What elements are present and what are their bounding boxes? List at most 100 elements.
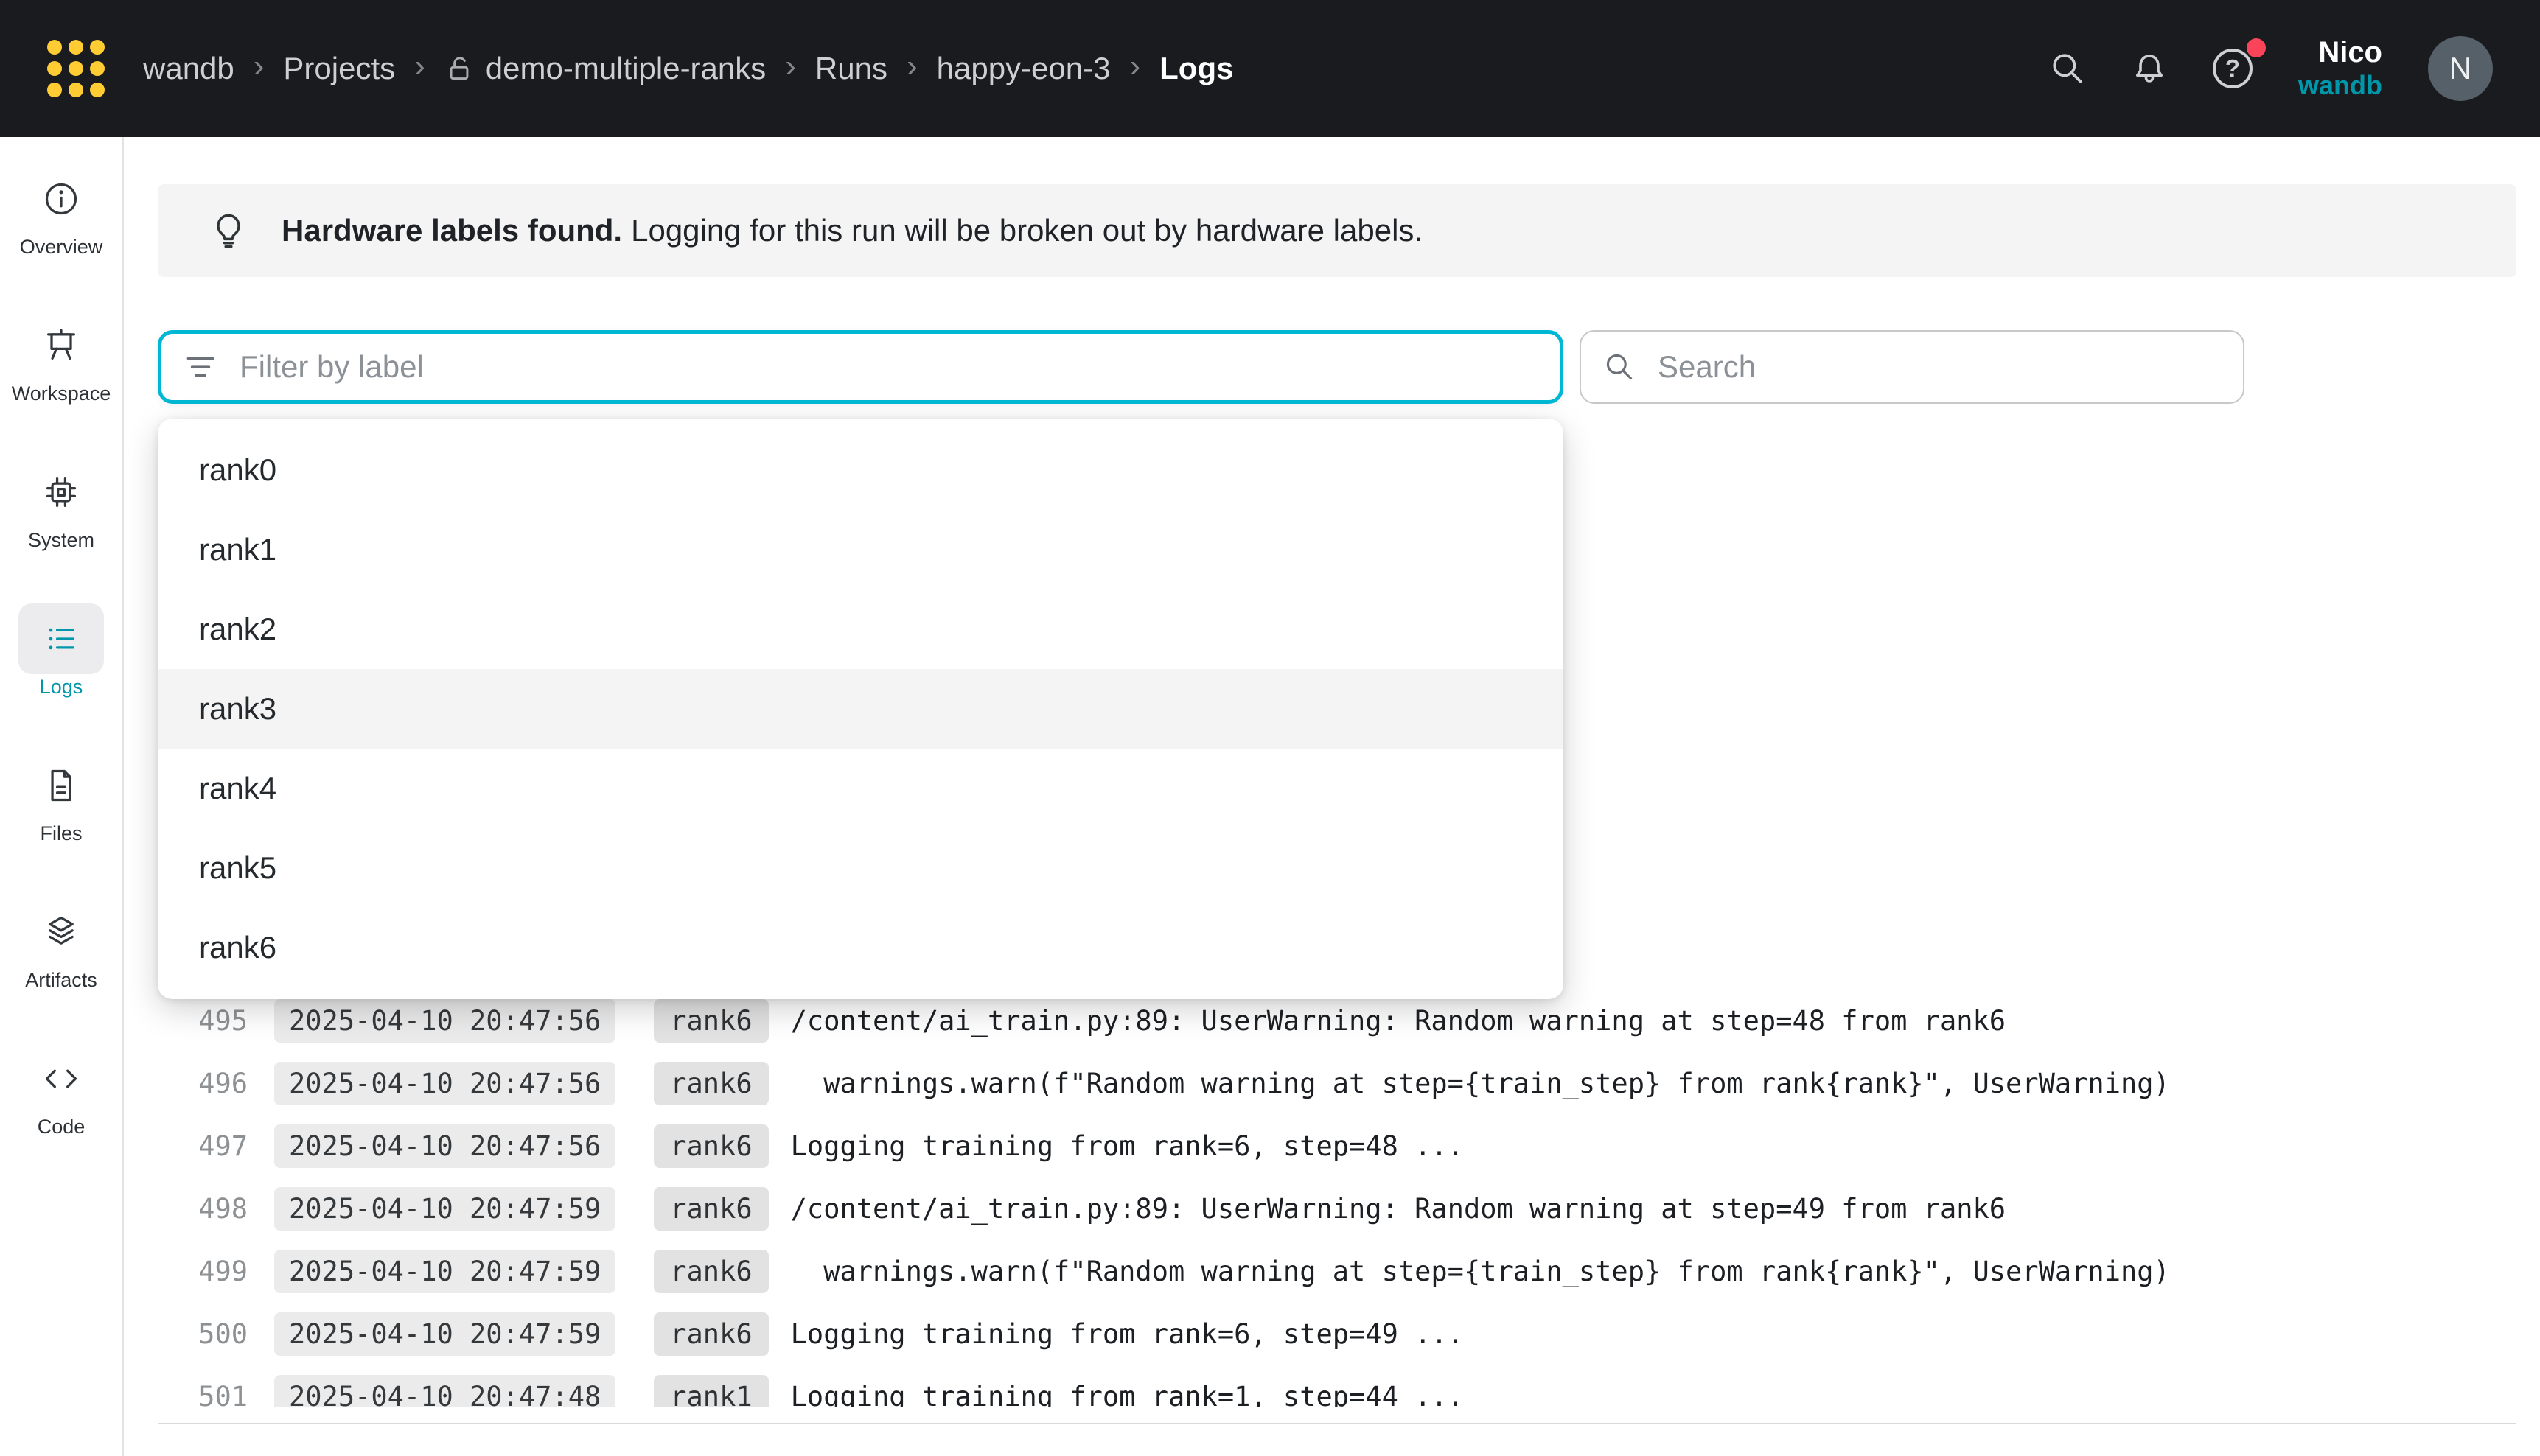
filter-input[interactable] xyxy=(238,349,1538,385)
notification-dot xyxy=(2247,38,2266,57)
help-button[interactable]: ? xyxy=(2213,49,2253,88)
search-input[interactable] xyxy=(1656,349,2221,385)
breadcrumb-separator: › xyxy=(785,48,796,85)
main-content: Hardware labels found. Logging for this … xyxy=(124,137,2540,1456)
breadcrumb-separator: › xyxy=(1129,48,1140,85)
dropdown-option-rank4[interactable]: rank4 xyxy=(158,749,1563,828)
sidebar-item-label: Logs xyxy=(40,676,83,699)
log-label-chip: rank6 xyxy=(654,1312,768,1356)
breadcrumb-project-label: demo-multiple-ranks xyxy=(486,51,766,86)
filter-icon xyxy=(184,350,217,384)
log-timestamp: 2025-04-10 20:47:59 xyxy=(274,1250,615,1293)
log-line-number: 496 xyxy=(158,1068,248,1099)
sidebar-item-code[interactable]: Code xyxy=(18,1043,104,1138)
log-line-number: 497 xyxy=(158,1130,248,1162)
log-label-chip: rank6 xyxy=(654,1250,768,1293)
search-icon[interactable] xyxy=(2049,50,2086,87)
log-line-number: 495 xyxy=(158,1005,248,1037)
log-message: /content/ai_train.py:89: UserWarning: Ra… xyxy=(791,1193,2006,1225)
log-label-chip: rank1 xyxy=(654,1375,768,1407)
breadcrumb-item-project[interactable]: demo-multiple-ranks xyxy=(444,51,766,86)
controls-row xyxy=(158,330,2244,404)
dropdown-option-rank6[interactable]: rank6 xyxy=(158,908,1563,987)
breadcrumb-separator: › xyxy=(907,48,918,85)
sidebar-item-overview[interactable]: Overview xyxy=(18,164,104,259)
log-message: Logging training from rank=6, step=48 ..… xyxy=(791,1130,1464,1162)
log-label-chip: rank6 xyxy=(654,1187,768,1231)
sidebar-item-label: Overview xyxy=(20,236,103,259)
log-timestamp: 2025-04-10 20:47:59 xyxy=(274,1187,615,1231)
log-message: warnings.warn(f"Random warning at step={… xyxy=(791,1256,2170,1287)
log-row: 500 2025-04-10 20:47:59 rank6 Logging tr… xyxy=(158,1303,2516,1365)
breadcrumb-item-runs[interactable]: Runs xyxy=(815,51,887,86)
user-team: wandb xyxy=(2298,70,2382,101)
banner-message: Logging for this run will be broken out … xyxy=(631,213,1423,248)
wandb-logo-icon[interactable] xyxy=(47,40,105,97)
log-label-chip: rank6 xyxy=(654,999,768,1043)
help-icon: ? xyxy=(2213,49,2253,88)
log-row: 497 2025-04-10 20:47:56 rank6 Logging tr… xyxy=(158,1115,2516,1177)
banner-title: Hardware labels found. xyxy=(282,213,622,248)
dropdown-option-rank3[interactable]: rank3 xyxy=(158,669,1563,749)
info-icon xyxy=(18,164,104,234)
log-message: Logging training from rank=6, step=49 ..… xyxy=(791,1318,1464,1350)
sidebar-item-artifacts[interactable]: Artifacts xyxy=(18,897,104,992)
bell-icon[interactable] xyxy=(2132,51,2167,86)
sidebar-item-label: System xyxy=(28,529,94,552)
log-timestamp: 2025-04-10 20:47:56 xyxy=(274,1062,615,1105)
chip-icon xyxy=(18,457,104,528)
sidebar-item-workspace[interactable]: Workspace xyxy=(12,310,111,405)
sidebar-item-label: Code xyxy=(38,1116,86,1138)
dropdown-option-rank1[interactable]: rank1 xyxy=(158,510,1563,589)
breadcrumb-item-projects[interactable]: Projects xyxy=(283,51,395,86)
user-menu[interactable]: Nico wandb xyxy=(2298,35,2382,102)
sidebar-item-files[interactable]: Files xyxy=(18,750,104,845)
sidebar-item-label: Artifacts xyxy=(25,969,97,992)
lock-open-icon xyxy=(444,54,474,83)
log-row: 498 2025-04-10 20:47:59 rank6 /content/a… xyxy=(158,1177,2516,1240)
dropdown-option-rank0[interactable]: rank0 xyxy=(158,430,1563,510)
breadcrumb-item-wandb[interactable]: wandb xyxy=(143,51,234,86)
topbar-actions: ? Nico wandb N xyxy=(2049,35,2493,102)
log-timestamp: 2025-04-10 20:47:48 xyxy=(274,1375,615,1407)
log-message: /content/ai_train.py:89: UserWarning: Ra… xyxy=(791,1005,2006,1037)
user-name: Nico xyxy=(2298,35,2382,70)
sidebar-item-logs[interactable]: Logs xyxy=(18,603,104,699)
log-timestamp: 2025-04-10 20:47:59 xyxy=(274,1312,615,1356)
log-line-number: 499 xyxy=(158,1256,248,1287)
log-message: warnings.warn(f"Random warning at step={… xyxy=(791,1068,2170,1099)
log-rows: 495 2025-04-10 20:47:56 rank6 /content/a… xyxy=(158,990,2516,1407)
breadcrumb-separator: › xyxy=(414,48,425,85)
breadcrumb: wandb › Projects › demo-multiple-ranks ›… xyxy=(143,50,1233,87)
sidebar: Overview Workspace System xyxy=(0,137,124,1456)
log-row: 496 2025-04-10 20:47:56 rank6 warnings.w… xyxy=(158,1052,2516,1115)
log-line-number: 501 xyxy=(158,1381,248,1407)
breadcrumb-item-logs[interactable]: Logs xyxy=(1159,51,1233,86)
lightbulb-icon xyxy=(209,211,248,250)
log-label-chip: rank6 xyxy=(654,1124,768,1168)
dropdown-option-rank5[interactable]: rank5 xyxy=(158,828,1563,908)
label-filter-field[interactable] xyxy=(158,330,1563,404)
breadcrumb-item-run[interactable]: happy-eon-3 xyxy=(937,51,1111,86)
code-icon xyxy=(18,1043,104,1114)
search-input-icon xyxy=(1603,351,1636,383)
sidebar-item-label: Files xyxy=(40,822,82,845)
label-filter-dropdown: rank0 rank1 rank2 rank3 rank4 rank5 rank… xyxy=(158,419,1563,999)
breadcrumb-separator: › xyxy=(254,48,265,85)
workspace-icon xyxy=(18,310,104,381)
avatar[interactable]: N xyxy=(2428,36,2493,101)
log-timestamp: 2025-04-10 20:47:56 xyxy=(274,1124,615,1168)
log-label-chip: rank6 xyxy=(654,1062,768,1105)
log-row: 501 2025-04-10 20:47:48 rank1 Logging tr… xyxy=(158,1365,2516,1407)
log-row: 499 2025-04-10 20:47:59 rank6 warnings.w… xyxy=(158,1240,2516,1303)
dropdown-option-rank2[interactable]: rank2 xyxy=(158,589,1563,669)
search-field[interactable] xyxy=(1580,330,2244,404)
log-line-number: 500 xyxy=(158,1318,248,1350)
log-message: Logging training from rank=1, step=44 ..… xyxy=(791,1381,1464,1407)
log-line-number: 498 xyxy=(158,1193,248,1225)
log-list-icon xyxy=(18,603,104,674)
sidebar-item-system[interactable]: System xyxy=(18,457,104,552)
top-navbar: wandb › Projects › demo-multiple-ranks ›… xyxy=(0,0,2540,137)
sidebar-item-label: Workspace xyxy=(12,382,111,405)
file-icon xyxy=(18,750,104,821)
